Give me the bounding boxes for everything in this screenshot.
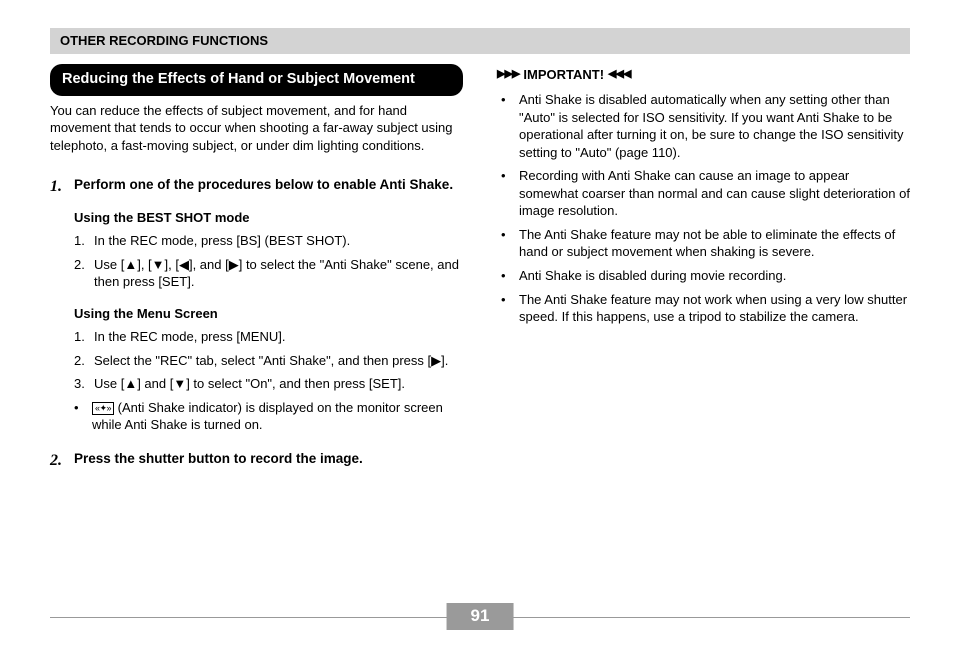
anti-shake-indicator-icon: «✦»	[92, 402, 114, 415]
step-2-heading: Press the shutter button to record the i…	[74, 450, 463, 472]
indicator-note: • «✦» (Anti Shake indicator) is displaye…	[74, 399, 463, 434]
important-heading: ▶▶▶ IMPORTANT! ◀◀◀	[497, 66, 910, 84]
list-item: • Anti Shake is disabled during movie re…	[501, 267, 910, 285]
bullet-icon: •	[501, 291, 511, 326]
step-1-number: 1.	[50, 176, 66, 434]
important-item-text: Anti Shake is disabled automatically whe…	[519, 91, 910, 161]
list-text: In the REC mode, press [BS] (BEST SHOT).	[94, 232, 350, 250]
list-item: • The Anti Shake feature may not be able…	[501, 226, 910, 261]
indicator-note-text: «✦» (Anti Shake indicator) is displayed …	[92, 399, 463, 434]
intro-text: You can reduce the effects of subject mo…	[50, 102, 463, 155]
important-label: IMPORTANT!	[523, 66, 604, 84]
list-number: 2.	[74, 352, 88, 370]
list-item: • Recording with Anti Shake can cause an…	[501, 167, 910, 220]
important-item-text: The Anti Shake feature may not work when…	[519, 291, 910, 326]
list-number: 1.	[74, 232, 88, 250]
page: OTHER RECORDING FUNCTIONS Reducing the E…	[0, 0, 954, 482]
step-1-body: Perform one of the procedures below to e…	[74, 176, 463, 434]
bullet-icon: •	[501, 267, 511, 285]
list-item: 1. In the REC mode, press [MENU].	[74, 328, 463, 346]
indicator-note-content: (Anti Shake indicator) is displayed on t…	[92, 400, 443, 433]
list-item: • The Anti Shake feature may not work wh…	[501, 291, 910, 326]
bullet-icon: •	[501, 91, 511, 161]
step-2-number: 2.	[50, 450, 66, 472]
arrows-left-icon: ◀◀◀	[608, 67, 630, 82]
list-item: • Anti Shake is disabled automatically w…	[501, 91, 910, 161]
best-shot-heading: Using the BEST SHOT mode	[74, 209, 463, 227]
list-item: 2. Select the "REC" tab, select "Anti Sh…	[74, 352, 463, 370]
list-number: 2.	[74, 256, 88, 291]
section-header: OTHER RECORDING FUNCTIONS	[50, 28, 910, 54]
bullet-icon: •	[501, 167, 511, 220]
important-item-text: Recording with Anti Shake can cause an i…	[519, 167, 910, 220]
section-title: Reducing the Effects of Hand or Subject …	[50, 64, 463, 96]
arrows-right-icon: ▶▶▶	[497, 67, 519, 82]
right-column: ▶▶▶ IMPORTANT! ◀◀◀ • Anti Shake is disab…	[497, 64, 910, 482]
list-item: 3. Use [▲] and [▼] to select "On", and t…	[74, 375, 463, 393]
list-item: 2. Use [▲], [▼], [◀], and [▶] to select …	[74, 256, 463, 291]
left-column: Reducing the Effects of Hand or Subject …	[50, 64, 463, 482]
list-text: Use [▲] and [▼] to select "On", and then…	[94, 375, 405, 393]
important-item-text: The Anti Shake feature may not be able t…	[519, 226, 910, 261]
list-text: Select the "REC" tab, select "Anti Shake…	[94, 352, 448, 370]
bullet-icon: •	[74, 399, 84, 434]
step-1: 1. Perform one of the procedures below t…	[50, 176, 463, 434]
content-columns: Reducing the Effects of Hand or Subject …	[50, 64, 910, 482]
list-text: In the REC mode, press [MENU].	[94, 328, 285, 346]
list-item: 1. In the REC mode, press [BS] (BEST SHO…	[74, 232, 463, 250]
important-item-text: Anti Shake is disabled during movie reco…	[519, 267, 786, 285]
list-text: Use [▲], [▼], [◀], and [▶] to select the…	[94, 256, 463, 291]
bullet-icon: •	[501, 226, 511, 261]
page-footer: 91	[50, 617, 910, 618]
list-number: 1.	[74, 328, 88, 346]
step-1-heading: Perform one of the procedures below to e…	[74, 176, 463, 194]
page-number: 91	[447, 603, 514, 630]
important-list: • Anti Shake is disabled automatically w…	[497, 91, 910, 326]
menu-screen-heading: Using the Menu Screen	[74, 305, 463, 323]
step-2: 2. Press the shutter button to record th…	[50, 450, 463, 472]
list-number: 3.	[74, 375, 88, 393]
